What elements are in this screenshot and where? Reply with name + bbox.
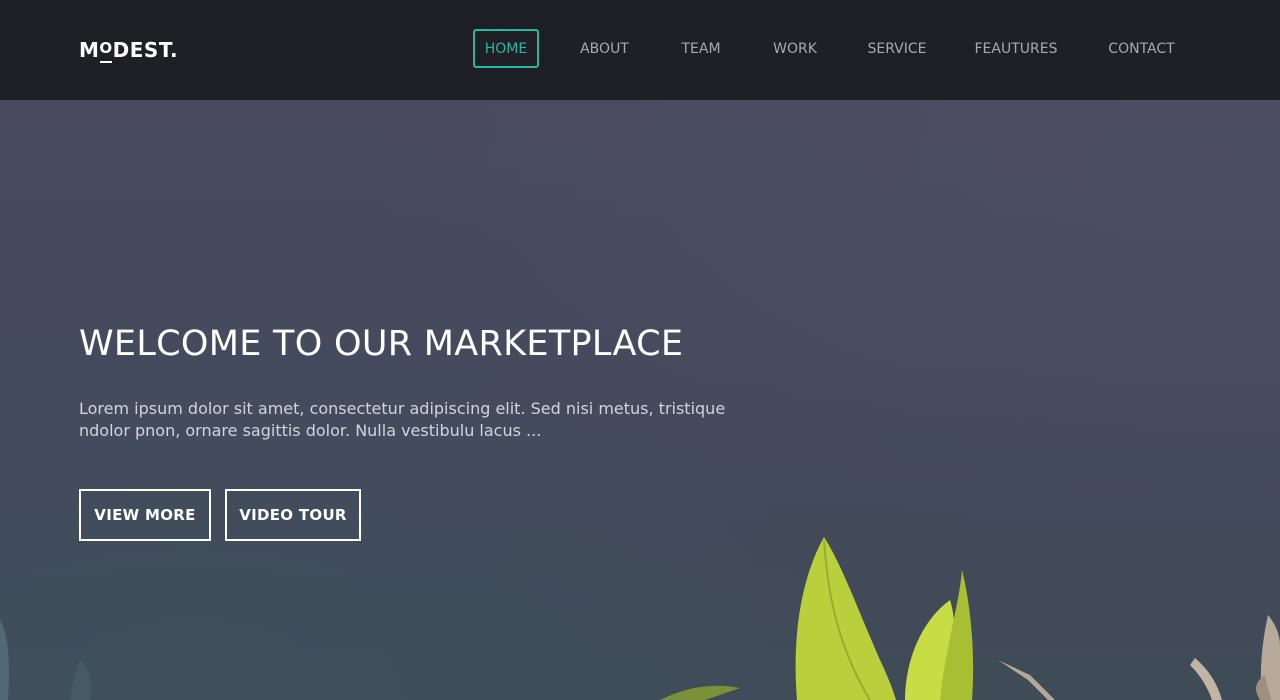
logo-text-start: M: [79, 38, 100, 62]
nav-item-contact[interactable]: CONTACT: [1097, 29, 1186, 68]
nav-item-work[interactable]: WORK: [762, 29, 828, 68]
foliage-left: [0, 620, 9, 700]
hero-description: Lorem ipsum dolor sit amet, consectetur …: [79, 399, 726, 440]
foliage-left-2: [70, 660, 92, 700]
logo-o-mark: O: [99, 36, 112, 63]
video-tour-button[interactable]: VIDEO TOUR: [225, 489, 361, 541]
hero-title: WELCOME TO OUR MARKETPLACE: [79, 324, 684, 364]
nav-item-team[interactable]: TEAM: [671, 29, 731, 68]
leaf-stem-left: [660, 685, 740, 700]
nav-item-about[interactable]: ABOUT: [568, 29, 641, 68]
leaf-large: [795, 537, 896, 700]
nav-item-features[interactable]: FEAUTURES: [966, 29, 1066, 68]
view-more-button[interactable]: VIEW MORE: [79, 489, 211, 541]
logo-text-end: DEST.: [112, 38, 179, 62]
hero-section: WELCOME TO OUR MARKETPLACE Lorem ipsum d…: [0, 100, 1280, 700]
nav-item-service[interactable]: SERVICE: [858, 29, 936, 68]
top-navbar: MODEST. HOME ABOUT TEAM WORK SERVICE FEA…: [0, 0, 1280, 100]
nav-item-home[interactable]: HOME: [473, 29, 539, 68]
brand-logo[interactable]: MODEST.: [79, 36, 179, 63]
twig-2: [1190, 658, 1222, 700]
twig-1: [998, 660, 1055, 700]
